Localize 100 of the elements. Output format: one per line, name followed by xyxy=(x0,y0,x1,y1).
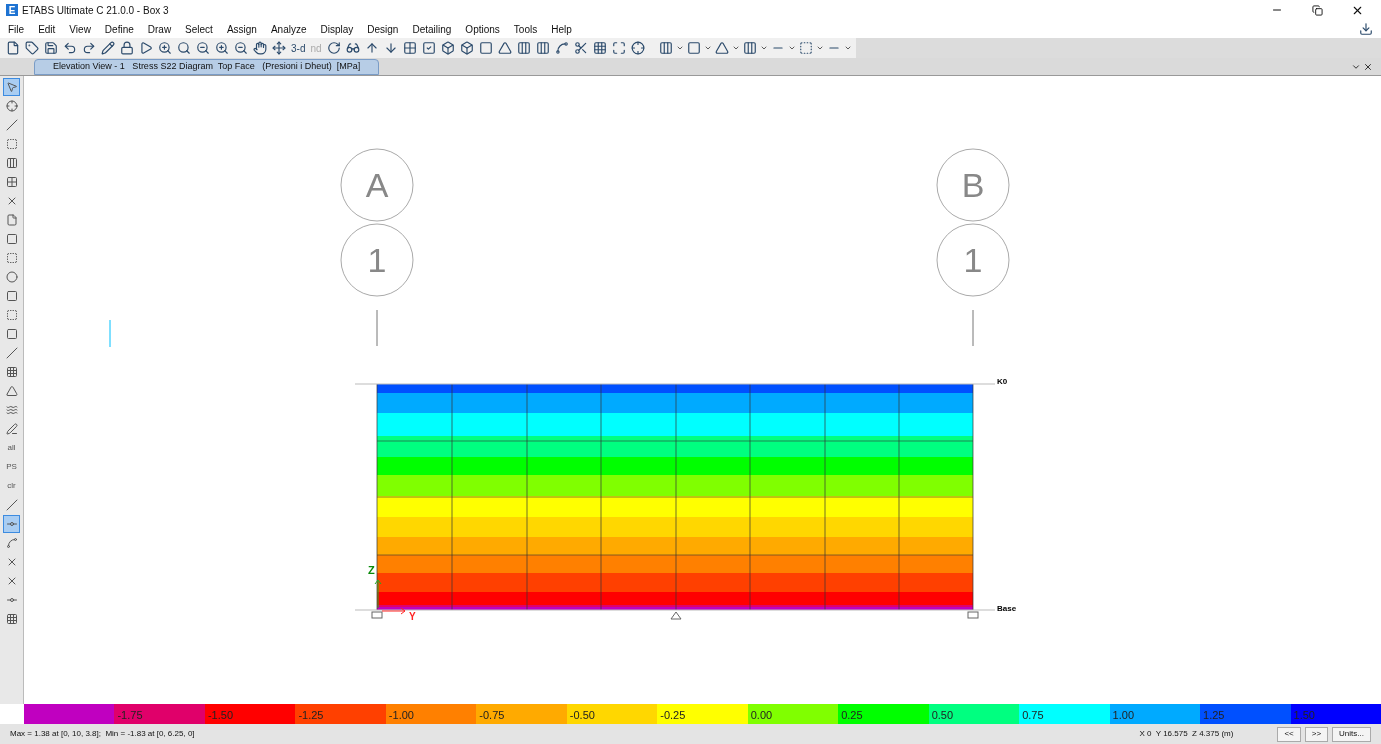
rotate-icon xyxy=(326,41,341,55)
caret-icon[interactable] xyxy=(787,44,796,52)
menu-item[interactable]: Edit xyxy=(38,21,56,37)
menu-item[interactable]: Design xyxy=(367,21,399,37)
columns-icon xyxy=(5,157,18,169)
caret-icon[interactable] xyxy=(675,44,684,52)
status-button[interactable]: << xyxy=(1277,726,1301,742)
move-icon-button[interactable] xyxy=(270,39,288,57)
menu-item[interactable]: Help xyxy=(551,21,572,37)
hand-icon xyxy=(253,41,267,55)
legend-label: -0.50 xyxy=(569,708,595,723)
columns-icon xyxy=(516,41,531,55)
crosshair-icon-button[interactable] xyxy=(3,97,20,115)
legend-label: 0.50 xyxy=(931,708,954,723)
square-icon xyxy=(5,233,18,245)
status-button[interactable]: >> xyxy=(1304,726,1329,742)
menu-item[interactable]: Draw xyxy=(147,21,172,37)
dropdown-icon[interactable] xyxy=(1351,62,1361,72)
grid-label: A xyxy=(365,166,389,204)
download-button[interactable] xyxy=(1359,22,1373,36)
spline-icon xyxy=(5,537,18,549)
menu-item[interactable]: Assign xyxy=(226,21,257,37)
grid-label: B xyxy=(961,166,985,204)
menu-item[interactable]: Detailing xyxy=(412,21,452,37)
pointer-icon-button[interactable]: PS xyxy=(3,458,20,476)
move-icon xyxy=(272,41,286,55)
grid-label: 1 xyxy=(963,241,983,279)
caret-icon[interactable] xyxy=(703,44,712,52)
glasses-icon xyxy=(345,41,360,55)
circle-icon-button[interactable] xyxy=(3,268,20,286)
menu-item[interactable]: View xyxy=(69,21,91,37)
status-button[interactable]: Units... xyxy=(1332,726,1371,742)
caret-icon[interactable] xyxy=(759,44,768,52)
caret-icon[interactable] xyxy=(731,44,740,52)
checkbox-icon xyxy=(421,41,436,55)
zoom-out-icon-button[interactable] xyxy=(232,39,250,57)
save-icon xyxy=(44,41,58,55)
menu-item[interactable]: Define xyxy=(104,21,134,37)
menu-item[interactable]: File xyxy=(8,21,25,37)
box-section-icon xyxy=(686,41,701,55)
pencil-icon xyxy=(101,41,115,55)
menu-item[interactable]: Display xyxy=(320,21,354,37)
new-file-icon xyxy=(6,41,20,55)
dashed-square-icon xyxy=(5,309,18,321)
pointer-icon-button[interactable]: clr xyxy=(3,477,20,495)
zoom-out-icon-button[interactable] xyxy=(194,39,212,57)
wave-icon xyxy=(5,404,18,416)
pointer-icon-button[interactable]: all xyxy=(3,439,20,457)
pen-icon-button[interactable] xyxy=(3,420,20,438)
grid-icon xyxy=(5,366,18,378)
coordinates-text: X 0 Y 16.575 Z 4.375 (m) xyxy=(1139,728,1234,740)
window-title: ETABS Ultimate C 21.0.0 - Box 3 xyxy=(22,3,169,18)
caret-icon[interactable] xyxy=(815,44,824,52)
i-section-icon xyxy=(742,41,757,55)
scissors-icon xyxy=(573,41,588,55)
view-toggle-button[interactable]: 3-d xyxy=(289,40,308,56)
spline-icon xyxy=(554,41,569,55)
story-label: K0 xyxy=(997,377,1008,386)
menu-item[interactable]: Select xyxy=(185,21,213,37)
redo-icon xyxy=(82,41,96,55)
page-icon xyxy=(5,214,18,226)
zoom-out-icon xyxy=(234,41,248,55)
hand-icon-button[interactable] xyxy=(251,39,269,57)
channel-section-icon xyxy=(798,41,813,55)
line-icon xyxy=(5,499,18,511)
zoom-in-icon-button[interactable] xyxy=(156,39,174,57)
close-icon[interactable] xyxy=(1363,62,1373,72)
grid-icon xyxy=(592,41,607,55)
pointer-icon xyxy=(5,81,18,93)
tag-icon-button[interactable] xyxy=(23,39,41,57)
node-icon-button[interactable] xyxy=(3,515,20,533)
legend-label: -1.00 xyxy=(388,708,414,723)
document-tab[interactable]: Elevation View - 1 Stress S22 Diagram Top Face (Presioni i Dheut) [MPa] xyxy=(34,59,380,75)
pointer-icon-button[interactable] xyxy=(3,78,20,96)
line-icon xyxy=(5,347,18,359)
triangle-icon xyxy=(497,41,512,55)
crosshair-icon xyxy=(630,41,645,55)
save-icon-button[interactable] xyxy=(42,39,60,57)
menu-item[interactable]: Options xyxy=(465,21,500,37)
box-icon xyxy=(459,41,474,55)
grid-label: 1 xyxy=(367,241,387,279)
axis-label: Y xyxy=(409,611,416,622)
t-section-icon xyxy=(714,41,729,55)
legend-label: -0.25 xyxy=(660,708,686,723)
menu-item[interactable]: Analyze xyxy=(270,21,307,37)
zoom-in-icon-button[interactable] xyxy=(213,39,231,57)
pencil-icon-button[interactable] xyxy=(99,39,117,57)
menu-item[interactable]: Tools xyxy=(513,21,538,37)
search-icon-button[interactable] xyxy=(175,39,193,57)
support-icon xyxy=(967,611,979,619)
caret-icon[interactable] xyxy=(843,44,852,52)
tag-icon xyxy=(25,41,39,55)
circle-icon xyxy=(5,271,18,283)
i-section-icon xyxy=(658,41,673,55)
zoom-in-icon xyxy=(215,41,229,55)
legend-label: 1.50 xyxy=(1293,708,1315,723)
grid-icon xyxy=(5,176,18,188)
legend-label: 0.25 xyxy=(841,708,863,723)
legend-label: 0.00 xyxy=(750,708,773,723)
lock-icon-button[interactable] xyxy=(118,39,136,57)
